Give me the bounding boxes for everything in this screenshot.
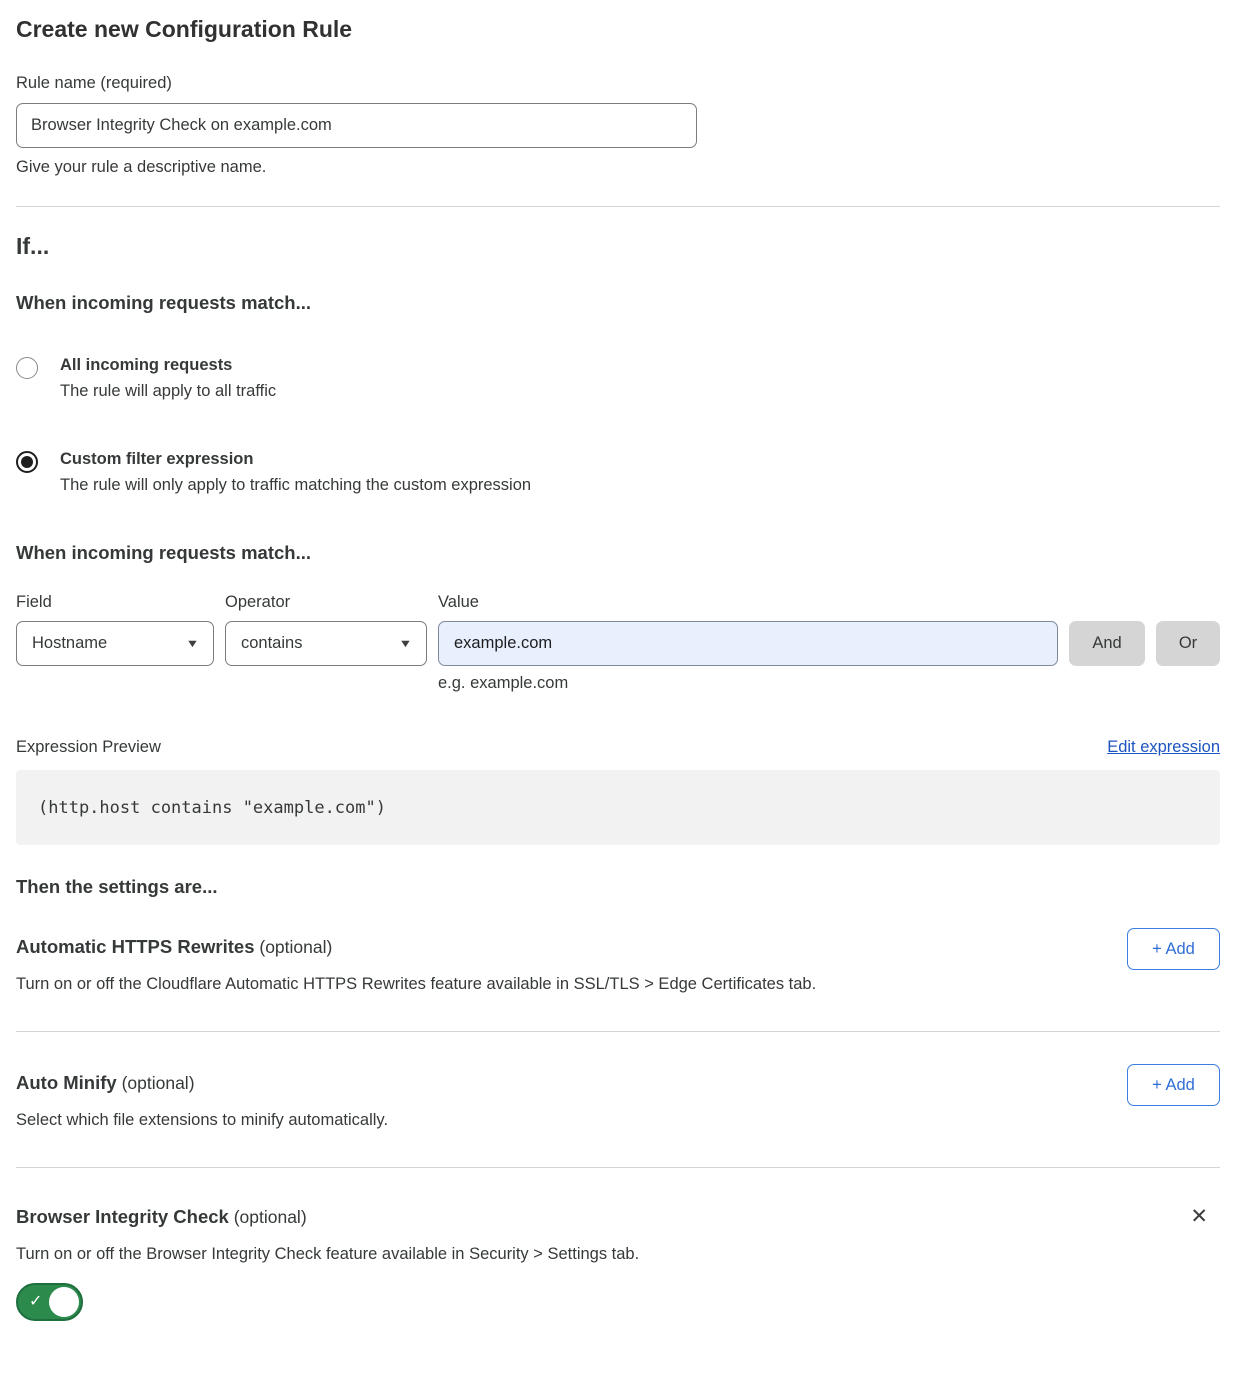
- operator-select[interactable]: contains ▼: [225, 621, 427, 666]
- radio-dot: [21, 456, 33, 468]
- browser-integrity-check-toggle[interactable]: ✓: [16, 1283, 83, 1321]
- setting-row-browser-integrity-check: Browser Integrity Check (optional) ✕ Tur…: [16, 1168, 1220, 1321]
- settings-heading: Then the settings are...: [16, 876, 1220, 898]
- setting-row-auto-minify: Auto Minify (optional) Select which file…: [16, 1032, 1220, 1168]
- optional-tag: (optional): [255, 937, 333, 957]
- section-divider: [16, 206, 1220, 207]
- page-title: Create new Configuration Rule: [16, 0, 1220, 43]
- radio-option-label: All incoming requests: [60, 356, 276, 375]
- radio-option-label: Custom filter expression: [60, 450, 531, 469]
- setting-title-text: Browser Integrity Check: [16, 1206, 229, 1227]
- close-icon[interactable]: ✕: [1190, 1206, 1208, 1227]
- edit-expression-link[interactable]: Edit expression: [1107, 738, 1220, 757]
- toggle-knob: [49, 1287, 79, 1317]
- field-select-value: Hostname: [32, 634, 107, 653]
- add-automatic-https-rewrites-button[interactable]: + Add: [1127, 928, 1220, 970]
- incoming-requests-match-heading: When incoming requests match...: [16, 292, 1220, 314]
- field-select[interactable]: Hostname ▼: [16, 621, 214, 666]
- radio-option-all-incoming-requests[interactable]: All incoming requests The rule will appl…: [16, 356, 1220, 401]
- expression-preview-header: Expression Preview Edit expression: [16, 738, 1220, 757]
- value-helper: e.g. example.com: [438, 674, 1058, 693]
- optional-tag: (optional): [117, 1073, 195, 1093]
- or-button[interactable]: Or: [1156, 621, 1220, 666]
- setting-description: Turn on or off the Browser Integrity Che…: [16, 1245, 1220, 1264]
- setting-title: Auto Minify (optional): [16, 1032, 1220, 1094]
- rule-name-label: Rule name (required): [16, 74, 1220, 93]
- operator-label: Operator: [225, 593, 427, 612]
- value-input[interactable]: [438, 621, 1058, 666]
- expression-builder: Field Operator Value Hostname ▼ contains…: [16, 593, 1220, 693]
- expression-preview-code: (http.host contains "example.com"): [16, 770, 1220, 845]
- setting-title: Browser Integrity Check (optional): [16, 1168, 1220, 1228]
- radio-option-description: The rule will apply to all traffic: [60, 382, 276, 401]
- add-auto-minify-button[interactable]: + Add: [1127, 1064, 1220, 1106]
- create-configuration-rule-form: Create new Configuration Rule Rule name …: [0, 0, 1237, 1321]
- expression-preview-label: Expression Preview: [16, 738, 161, 757]
- setting-title: Automatic HTTPS Rewrites (optional): [16, 898, 1220, 958]
- radio-selected-icon[interactable]: [16, 451, 38, 473]
- chevron-down-icon: ▼: [398, 638, 412, 650]
- setting-description: Turn on or off the Cloudflare Automatic …: [16, 975, 1220, 994]
- radio-option-description: The rule will only apply to traffic matc…: [60, 476, 531, 495]
- optional-tag: (optional): [229, 1207, 307, 1227]
- radio-unselected-icon[interactable]: [16, 357, 38, 379]
- rule-name-helper: Give your rule a descriptive name.: [16, 158, 1220, 177]
- chevron-down-icon: ▼: [185, 638, 199, 650]
- and-button[interactable]: And: [1069, 621, 1145, 666]
- setting-description: Select which file extensions to minify a…: [16, 1111, 1220, 1130]
- rule-name-input[interactable]: [16, 103, 697, 148]
- setting-title-text: Automatic HTTPS Rewrites: [16, 936, 255, 957]
- radio-option-text: Custom filter expression The rule will o…: [60, 450, 531, 495]
- check-icon: ✓: [29, 1291, 42, 1311]
- expression-builder-heading: When incoming requests match...: [16, 542, 1220, 564]
- field-label: Field: [16, 593, 214, 612]
- if-heading: If...: [16, 233, 1220, 260]
- setting-row-automatic-https-rewrites: Automatic HTTPS Rewrites (optional) Turn…: [16, 898, 1220, 1032]
- operator-select-value: contains: [241, 634, 302, 653]
- radio-option-custom-filter-expression[interactable]: Custom filter expression The rule will o…: [16, 450, 1220, 495]
- radio-option-text: All incoming requests The rule will appl…: [60, 356, 276, 401]
- setting-title-text: Auto Minify: [16, 1072, 117, 1093]
- value-label: Value: [438, 593, 1058, 612]
